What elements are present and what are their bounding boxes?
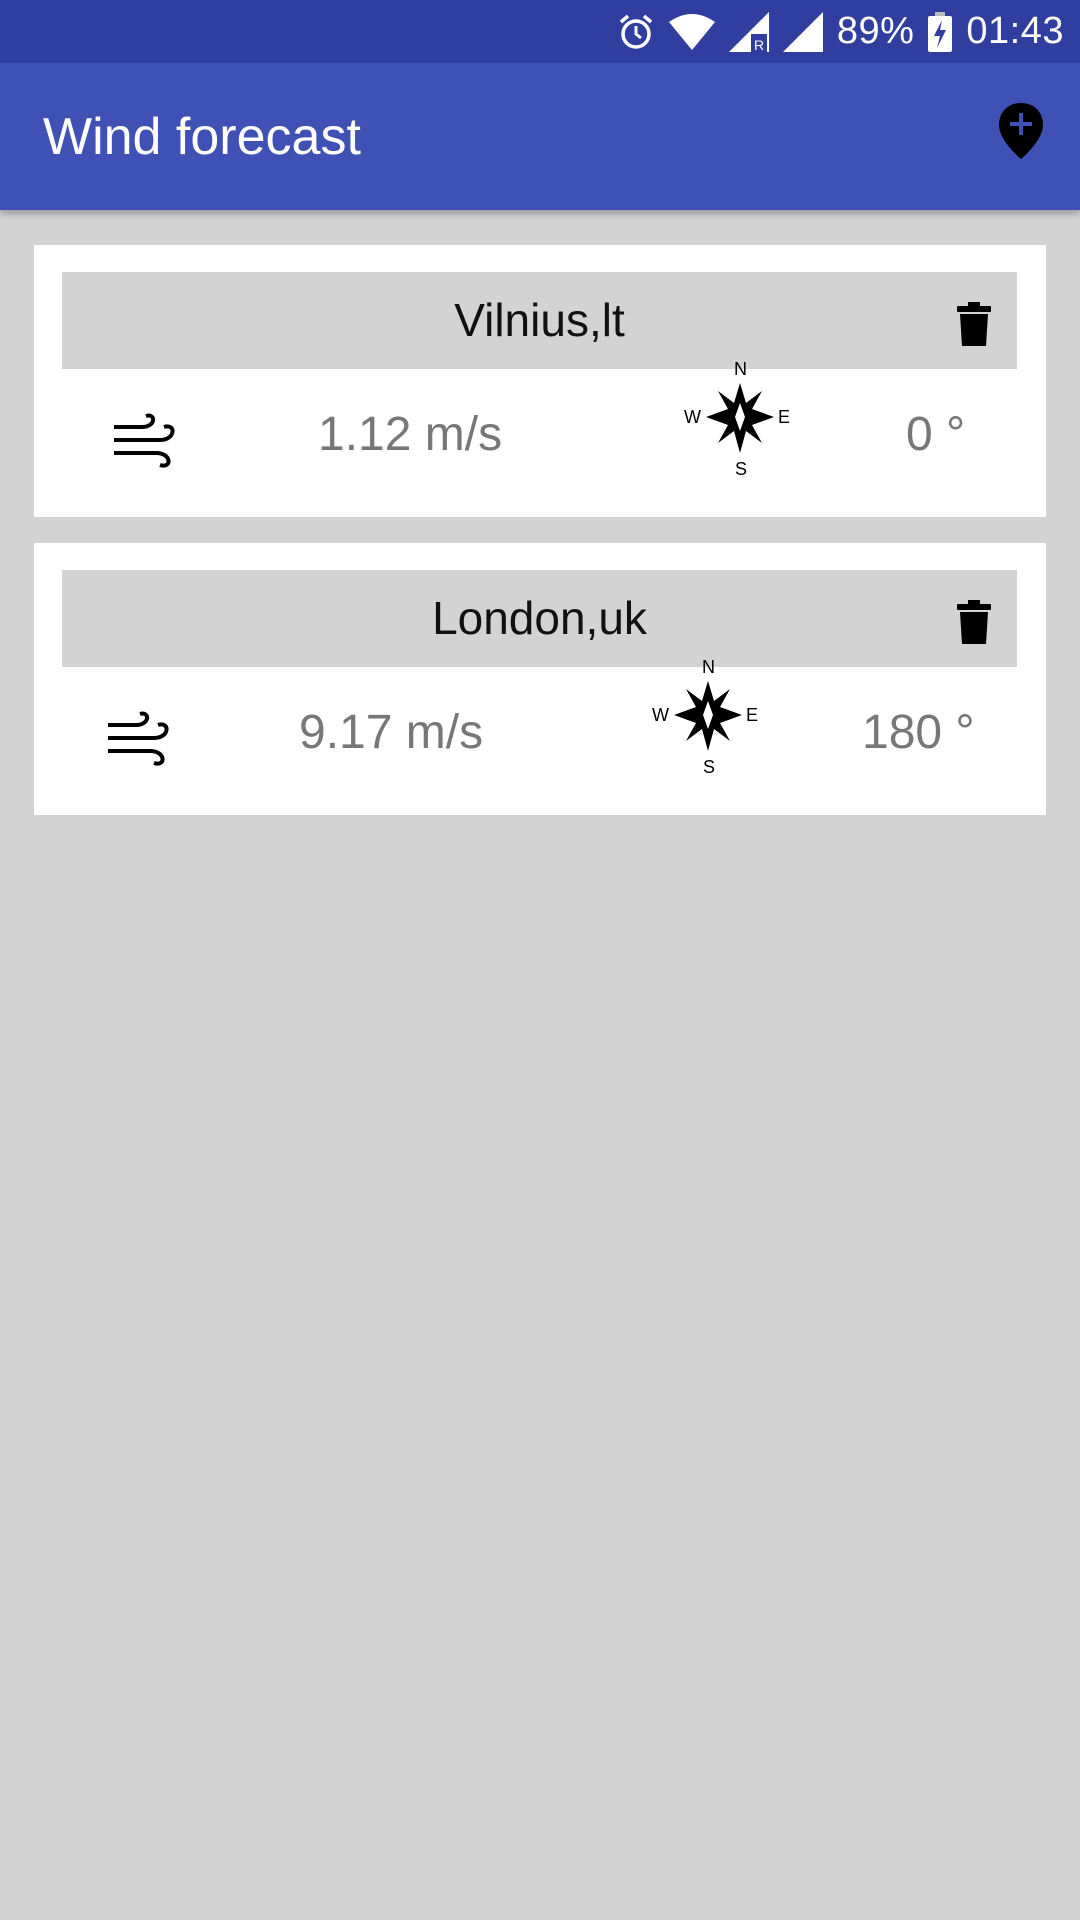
wind-info-row: 1.12 m/s N E S W 0 ° <box>34 359 1046 517</box>
compass-w-label: W <box>652 705 669 725</box>
compass-n-label: N <box>734 359 747 379</box>
wind-info-row: 9.17 m/s N E S W 180 ° <box>34 657 1046 815</box>
alarm-icon <box>617 13 655 51</box>
city-card: Vilnius,lt 1.12 m/s N E S W 0 ° <box>34 245 1046 517</box>
add-location-icon <box>999 103 1043 159</box>
city-card-header: London,uk <box>62 570 1017 667</box>
wind-speed: 9.17 m/s <box>299 706 484 759</box>
battery-charging-icon <box>928 11 953 52</box>
compass-rose-icon: N E S W <box>652 657 758 777</box>
add-location-button[interactable] <box>996 101 1046 161</box>
city-card: London,uk 9.17 m/s N E S W 180 ° <box>34 543 1046 815</box>
compass-e-label: E <box>778 407 790 427</box>
city-name: London,uk <box>432 592 647 644</box>
wind-direction: 180 ° <box>862 706 975 759</box>
trash-icon <box>957 302 991 346</box>
svg-text:R: R <box>754 37 764 52</box>
page-title: Wind forecast <box>43 108 361 166</box>
delete-city-button[interactable] <box>957 600 991 644</box>
wifi-icon <box>668 13 715 50</box>
compass-w-label: W <box>684 407 701 427</box>
app-bar: Wind forecast <box>0 63 1080 210</box>
compass-rose-icon: N E S W <box>684 359 790 479</box>
compass-e-label: E <box>746 705 758 725</box>
compass-s-label: S <box>735 459 747 479</box>
wind-icon <box>114 413 175 468</box>
wind-speed: 1.12 m/s <box>318 408 503 461</box>
trash-icon <box>957 600 991 644</box>
delete-city-button[interactable] <box>957 302 991 346</box>
wind-direction: 0 ° <box>906 408 966 461</box>
wind-icon <box>108 711 169 766</box>
status-bar: R 89% 01:43 <box>0 0 1080 63</box>
status-time: 01:43 <box>966 10 1064 52</box>
compass-s-label: S <box>703 757 715 777</box>
cell-signal-roaming-icon: R <box>728 11 769 52</box>
battery-percentage: 89% <box>836 10 915 52</box>
city-card-header: Vilnius,lt <box>62 272 1017 369</box>
cell-signal-icon <box>782 11 823 52</box>
compass-n-label: N <box>702 657 715 677</box>
city-name: Vilnius,lt <box>454 294 625 346</box>
